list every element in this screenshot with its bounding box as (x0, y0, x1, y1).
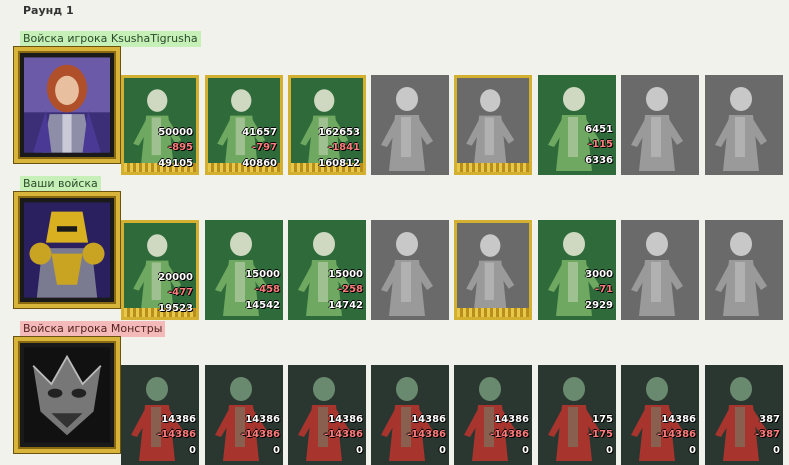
unit-start-count: 387 (759, 414, 780, 425)
unit-start-count: 14386 (411, 414, 446, 425)
unit-remaining-count: 0 (273, 445, 280, 456)
unit-start-count: 14386 (661, 414, 696, 425)
unit-remaining-count: 0 (606, 445, 613, 456)
hooded-monk-unit-icon (621, 220, 699, 320)
unit-loss-count: -14386 (407, 429, 446, 440)
griffin-unit-icon (371, 75, 449, 175)
unit-card[interactable] (705, 220, 783, 320)
unit-start-count: 50000 (158, 127, 193, 138)
unit-loss-count: -115 (587, 139, 613, 150)
unit-card[interactable]: 14386 -14386 0 (121, 365, 199, 465)
unit-card[interactable]: 14386 -14386 0 (454, 365, 532, 465)
unit-card[interactable] (621, 75, 699, 175)
unit-remaining-count: 2929 (585, 300, 613, 311)
unit-remaining-count: 0 (439, 445, 446, 456)
unit-remaining-count: 160812 (318, 158, 360, 169)
unit-loss-count: -477 (167, 287, 193, 298)
unit-start-count: 14386 (494, 414, 529, 425)
unit-start-count: 3000 (585, 269, 613, 280)
unit-loss-count: -895 (167, 142, 193, 153)
unit-remaining-count: 14742 (328, 300, 363, 311)
unit-card[interactable] (621, 220, 699, 320)
unit-card[interactable]: 20000 -477 19523 (121, 220, 199, 320)
unit-card[interactable]: 14386 -14386 0 (288, 365, 366, 465)
unit-loss-count: -175 (587, 429, 613, 440)
unit-start-count: 14386 (328, 414, 363, 425)
unit-start-count: 14386 (161, 414, 196, 425)
unit-loss-count: -458 (254, 284, 280, 295)
unit-loss-count: -14386 (657, 429, 696, 440)
unit-card[interactable]: 14386 -14386 0 (371, 365, 449, 465)
section-label: Войска игрока KsushaTigrusha (20, 31, 201, 47)
unit-card[interactable]: 162653 -1841 160812 (288, 75, 366, 175)
griffin-unit-icon (371, 220, 449, 320)
unit-start-count: 6451 (585, 124, 613, 135)
unit-loss-count: -1841 (328, 142, 360, 153)
unit-start-count: 15000 (328, 269, 363, 280)
section-label: Войска игрока Монстры (20, 321, 166, 337)
demon-mask-portrait-icon (24, 347, 110, 443)
unit-card[interactable] (705, 75, 783, 175)
unit-remaining-count: 0 (689, 445, 696, 456)
unit-card[interactable]: 14386 -14386 0 (205, 365, 283, 465)
unit-start-count: 41657 (242, 127, 277, 138)
unit-remaining-count: 0 (356, 445, 363, 456)
archer-unit-icon (457, 78, 529, 172)
gold-chain-border (457, 308, 529, 317)
unit-card[interactable]: 14386 -14386 0 (621, 365, 699, 465)
elder-mage-unit-icon (705, 75, 783, 175)
unit-remaining-count: 19523 (158, 303, 193, 314)
hooded-monk-unit-icon (621, 75, 699, 175)
unit-remaining-count: 6336 (585, 155, 613, 166)
gold-chain-border (457, 163, 529, 172)
unit-card[interactable] (454, 220, 532, 320)
unit-card[interactable]: 3000 -71 2929 (538, 220, 616, 320)
unit-loss-count: -14386 (324, 429, 363, 440)
unit-loss-count: -14386 (157, 429, 196, 440)
unit-remaining-count: 14542 (245, 300, 280, 311)
unit-loss-count: -797 (251, 142, 277, 153)
armored-knight-portrait-icon (24, 202, 110, 298)
unit-start-count: 175 (592, 414, 613, 425)
unit-remaining-count: 49105 (158, 158, 193, 169)
section-label: Ваши войска (20, 176, 101, 192)
round-title: Раунд 1 (23, 4, 74, 17)
unit-loss-count: -14386 (490, 429, 529, 440)
unit-start-count: 15000 (245, 269, 280, 280)
unit-loss-count: -71 (594, 284, 613, 295)
unit-start-count: 20000 (158, 272, 193, 283)
unit-loss-count: -258 (337, 284, 363, 295)
unit-card[interactable]: 50000 -895 49105 (121, 75, 199, 175)
unit-remaining-count: 40860 (242, 158, 277, 169)
unit-start-count: 162653 (318, 127, 360, 138)
unit-card[interactable]: 41657 -797 40860 (205, 75, 283, 175)
unit-card[interactable]: 6451 -115 6336 (538, 75, 616, 175)
unit-start-count: 14386 (245, 414, 280, 425)
unit-card[interactable]: 15000 -458 14542 (205, 220, 283, 320)
unit-card[interactable] (454, 75, 532, 175)
unit-loss-count: -387 (754, 429, 780, 440)
unit-card[interactable] (371, 75, 449, 175)
female-hero-portrait-icon (24, 57, 110, 153)
archer-unit-icon (457, 223, 529, 317)
unit-card[interactable] (371, 220, 449, 320)
elder-mage-unit-icon (705, 220, 783, 320)
unit-card[interactable]: 175 -175 0 (538, 365, 616, 465)
unit-remaining-count: 0 (773, 445, 780, 456)
unit-remaining-count: 0 (189, 445, 196, 456)
unit-remaining-count: 0 (522, 445, 529, 456)
unit-card[interactable]: 387 -387 0 (705, 365, 783, 465)
hero-portrait[interactable] (14, 192, 120, 308)
hero-portrait[interactable] (14, 337, 120, 453)
hero-portrait[interactable] (14, 47, 120, 163)
unit-loss-count: -14386 (241, 429, 280, 440)
unit-card[interactable]: 15000 -258 14742 (288, 220, 366, 320)
